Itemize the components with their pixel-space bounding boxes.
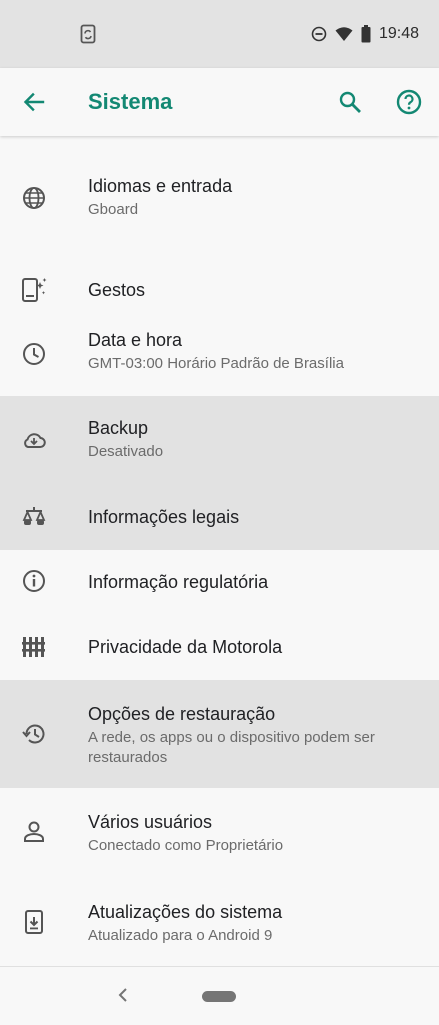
list-item-gestos[interactable]: Gestos — [0, 258, 439, 322]
restore-icon — [22, 724, 45, 744]
item-title: Privacidade da Motorola — [88, 637, 283, 657]
scales-icon — [22, 507, 46, 525]
item-title: Informações legais — [88, 507, 240, 527]
list-item-privacidade-motorola[interactable]: Privacidade da Motorola — [0, 614, 439, 680]
do-not-disturb-icon — [311, 26, 327, 42]
wifi-icon — [335, 27, 353, 41]
globe-icon — [23, 187, 45, 209]
list-item-opcoes-restauracao[interactable]: Opções de restauração A rede, os apps ou… — [0, 680, 439, 788]
item-title: Backup — [88, 418, 149, 438]
list-item-informacao-regulatoria[interactable]: Informação regulatória — [0, 550, 439, 614]
item-title: Gestos — [88, 280, 146, 300]
list-item-idiomas[interactable]: Idiomas e entrada Gboard — [0, 152, 439, 258]
list-item-atualizacoes-sistema[interactable]: Atualizações do sistema Atualizado para … — [0, 878, 439, 966]
item-title: Opções de restauração — [88, 704, 276, 724]
fence-icon — [22, 637, 45, 657]
page-title: Sistema — [88, 89, 173, 114]
nav-home-pill-icon[interactable] — [202, 991, 236, 1002]
list-item-data-hora[interactable]: Data e hora GMT-03:00 Horário Padrão de … — [0, 322, 439, 396]
status-time: 19:48 — [378, 25, 419, 42]
system-update-icon — [25, 910, 43, 934]
search-icon[interactable] — [336, 88, 364, 116]
list-item-backup[interactable]: Backup Desativado — [0, 396, 439, 484]
status-bar: 19:48 — [0, 0, 439, 68]
item-title: Idiomas e entrada — [88, 176, 233, 196]
gestures-phone-icon — [22, 278, 47, 302]
nav-back-icon[interactable] — [116, 985, 130, 1005]
info-icon — [23, 570, 45, 592]
item-subtitle: Gboard — [88, 201, 139, 218]
list-item-varios-usuarios[interactable]: Vários usuários Conectado como Proprietá… — [0, 788, 439, 878]
item-subtitle: Conectado como Proprietário — [88, 837, 284, 854]
item-subtitle: Atualizado para o Android 9 — [88, 927, 273, 944]
item-title: Informação regulatória — [88, 572, 269, 592]
battery-icon — [361, 25, 371, 43]
item-subtitle: GMT-03:00 Horário Padrão de Brasília — [88, 355, 344, 372]
person-icon — [24, 821, 44, 842]
phone-sync-icon — [80, 24, 96, 44]
list-item-informacoes-legais[interactable]: Informações legais — [0, 484, 439, 550]
item-title: Vários usuários — [88, 812, 213, 832]
item-subtitle: Desativado — [88, 443, 164, 460]
arrow-back-icon[interactable] — [20, 88, 48, 116]
status-right: 19:48 — [311, 22, 419, 46]
cloud-backup-icon — [24, 433, 46, 448]
clock-icon — [23, 343, 45, 365]
item-title: Data e hora — [88, 330, 183, 350]
navigation-bar — [0, 966, 439, 1025]
help-icon[interactable] — [395, 88, 423, 116]
item-subtitle: A rede, os apps ou o dispositivo podem s… — [88, 729, 375, 766]
item-title: Atualizações do sistema — [88, 902, 283, 922]
app-bar: Sistema — [0, 68, 439, 136]
